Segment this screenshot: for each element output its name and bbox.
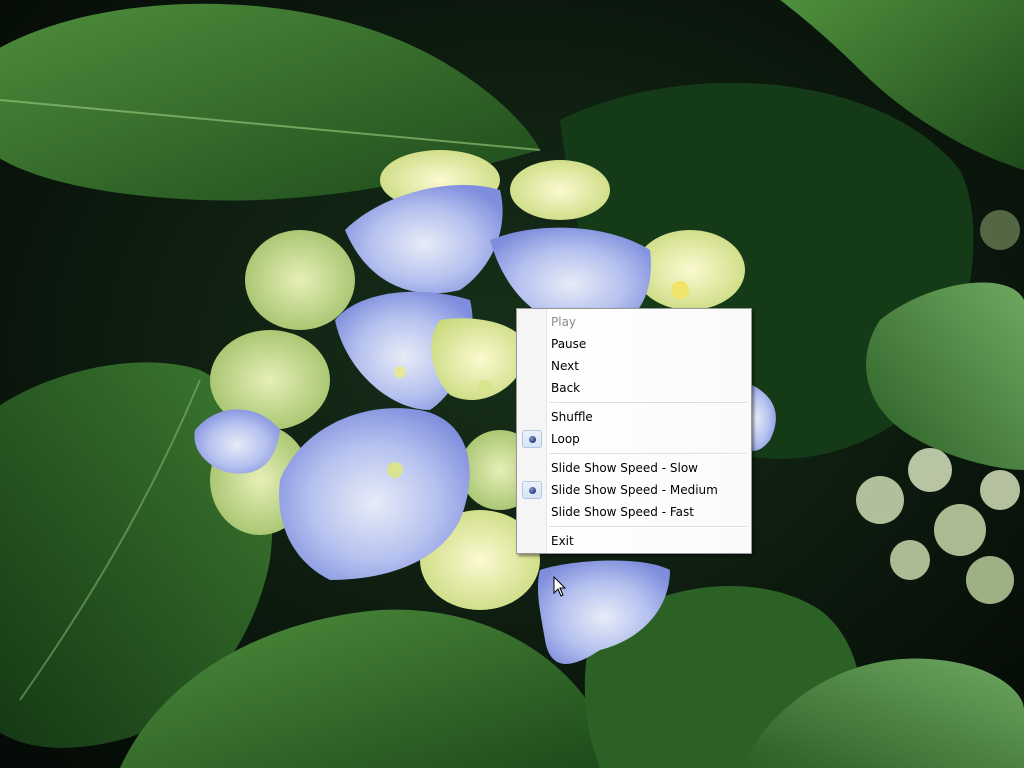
menu-item-shuffle[interactable]: Shuffle <box>519 406 749 428</box>
menu-item-label: Shuffle <box>551 410 593 424</box>
menu-item-speed-fast[interactable]: Slide Show Speed - Fast <box>519 501 749 523</box>
menu-item-label: Next <box>551 359 579 373</box>
menu-item-loop[interactable]: Loop <box>519 428 749 450</box>
radio-check-box <box>522 430 542 448</box>
menu-separator <box>519 450 749 457</box>
mouse-pointer-icon <box>553 576 567 597</box>
menu-item-label: Slide Show Speed - Fast <box>551 505 694 519</box>
menu-item-speed-slow[interactable]: Slide Show Speed - Slow <box>519 457 749 479</box>
menu-item-next[interactable]: Next <box>519 355 749 377</box>
slideshow-context-menu: Play Pause Next Back Shuffle Loop Slide … <box>516 308 752 554</box>
menu-item-speed-medium[interactable]: Slide Show Speed - Medium <box>519 479 749 501</box>
menu-item-label: Slide Show Speed - Medium <box>551 483 718 497</box>
radio-dot-icon <box>529 487 536 494</box>
menu-item-label: Pause <box>551 337 587 351</box>
menu-item-exit[interactable]: Exit <box>519 530 749 552</box>
menu-separator <box>519 399 749 406</box>
menu-item-label: Back <box>551 381 581 395</box>
hydrangea-slideshow-image <box>0 0 1024 768</box>
menu-separator <box>519 523 749 530</box>
menu-item-label: Play <box>551 315 577 329</box>
radio-dot-icon <box>529 436 536 443</box>
menu-item-label: Exit <box>551 534 574 548</box>
menu-item-label: Slide Show Speed - Slow <box>551 461 698 475</box>
menu-item-play[interactable]: Play <box>519 311 749 333</box>
menu-item-label: Loop <box>551 432 580 446</box>
menu-item-back[interactable]: Back <box>519 377 749 399</box>
menu-item-pause[interactable]: Pause <box>519 333 749 355</box>
desktop-slideshow: Play Pause Next Back Shuffle Loop Slide … <box>0 0 1024 768</box>
radio-check-box <box>522 481 542 499</box>
